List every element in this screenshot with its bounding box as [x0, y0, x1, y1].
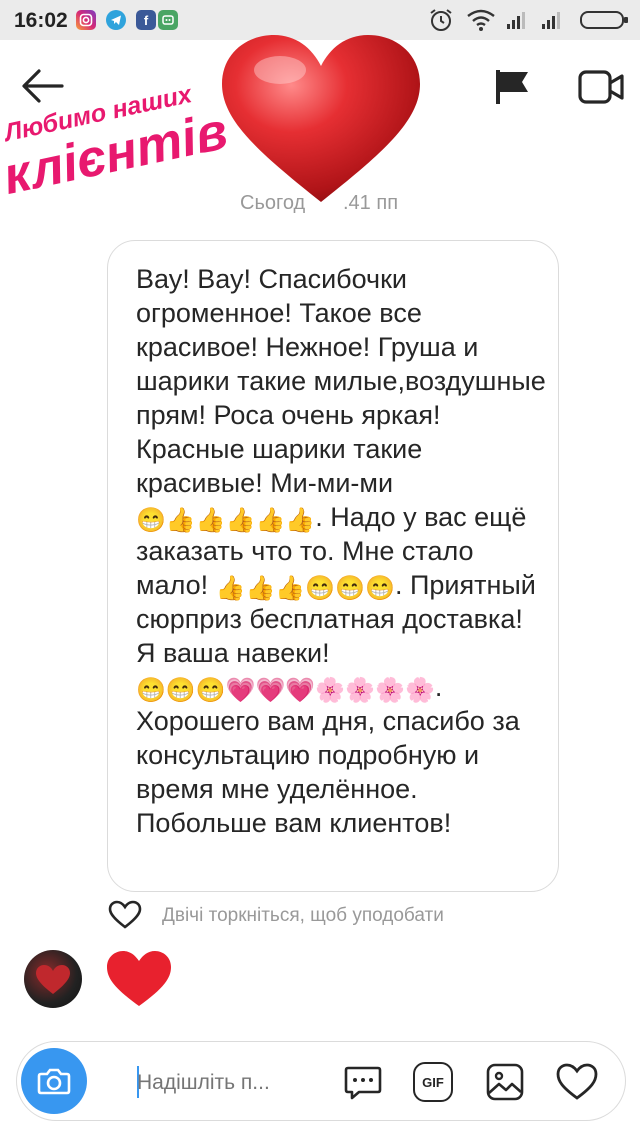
message-text: Вау! Вау! Спасибочки огроменное! Такое в… — [136, 262, 546, 840]
flag-icon[interactable] — [494, 68, 532, 106]
emoji-group-2: 👍👍👍😁😁😁 — [215, 575, 395, 602]
facebook-notification-icon: f — [136, 10, 156, 30]
emoji-group-1: 😁👍👍👍👍👍 — [136, 507, 316, 534]
status-time: 16:02 — [14, 9, 68, 32]
gif-label: GIF — [422, 1074, 444, 1090]
back-arrow-icon[interactable] — [20, 66, 66, 106]
message-text-part-1: Вау! Вау! Спасибочки огроменное! Такое в… — [136, 264, 546, 498]
signal-icon-1 — [507, 12, 525, 29]
like-hint-text: Двічі торкніться, щоб уподобати — [162, 905, 444, 926]
wifi-icon — [467, 9, 495, 31]
alarm-icon — [430, 9, 452, 31]
gif-button[interactable]: GIF — [413, 1062, 453, 1102]
like-heart-outline-icon[interactable] — [108, 900, 142, 930]
overlay-heart-sticker — [222, 35, 420, 202]
message-composer: GIF — [16, 1041, 626, 1121]
instagram-notification-icon — [76, 10, 96, 30]
chat-bubble-icon[interactable] — [343, 1062, 383, 1102]
heart-send-icon[interactable] — [555, 1062, 599, 1102]
battery-icon — [580, 11, 628, 29]
signal-icon-2 — [542, 12, 560, 29]
telegram-notification-icon — [106, 10, 126, 30]
avatar-heart-icon — [36, 965, 70, 994]
camera-button[interactable] — [21, 1048, 87, 1114]
emoji-group-3: 😁😁😁💗💗💗🌸🌸🌸🌸 — [136, 677, 435, 704]
message-input[interactable] — [135, 1062, 329, 1104]
video-call-icon[interactable] — [578, 68, 624, 106]
camera-icon — [37, 1068, 71, 1095]
sent-heart-icon — [107, 951, 171, 1006]
gallery-icon[interactable] — [485, 1062, 525, 1102]
sender-avatar[interactable] — [24, 950, 82, 1008]
app-notification-icon — [158, 10, 178, 30]
